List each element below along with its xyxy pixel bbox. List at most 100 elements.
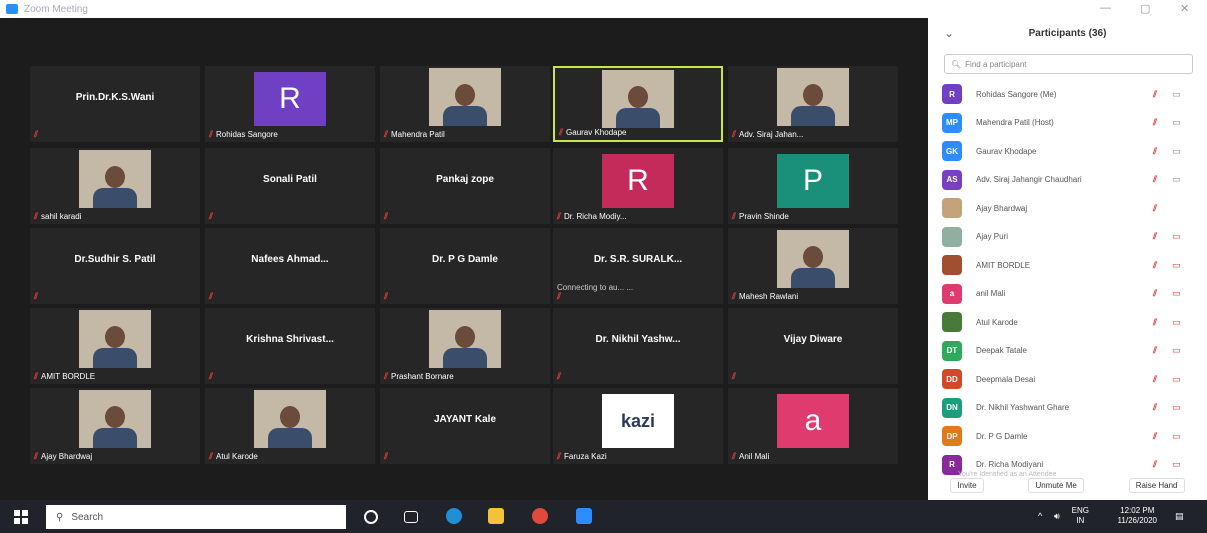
- video-tile[interactable]: ⫽ Mahendra Patil: [380, 66, 550, 142]
- raise-hand-button[interactable]: Raise Hand: [1128, 477, 1185, 493]
- tile-footer: ⫽ Dr. Richa Modiy...: [557, 211, 627, 222]
- edge-browser-icon[interactable]: [446, 508, 462, 524]
- zoom-app-icon[interactable]: [576, 508, 592, 524]
- tile-display-name: Krishna Shrivast...: [246, 334, 334, 345]
- video-tile[interactable]: Dr. P G Damle ⫽: [380, 228, 550, 304]
- participant-row[interactable]: DP Dr. P G Damle ⫽ ▭: [928, 422, 1207, 451]
- mic-muted-icon: ⫽: [732, 291, 737, 301]
- participant-row[interactable]: Ajay Puri ⫽ ▭: [928, 223, 1207, 252]
- video-tile[interactable]: Nafees Ahmad... ⫽: [205, 228, 375, 304]
- video-tile[interactable]: JAYANT Kale ⫽: [380, 388, 550, 464]
- tile-display-name: Pankaj zope: [436, 174, 494, 185]
- video-tile[interactable]: ⫽ AMIT BORDLE: [30, 308, 200, 384]
- tile-footer: ⫽ AMIT BORDLE: [34, 371, 95, 382]
- participant-name: Gaurav Khodape: [976, 146, 1037, 156]
- mic-muted-icon: ⫽: [732, 129, 737, 139]
- video-tile[interactable]: Prin.Dr.K.S.Wani ⫽: [30, 66, 200, 142]
- tile-footer: ⫽: [34, 291, 38, 302]
- participant-search-input[interactable]: 🔍︎ Find a participant: [944, 54, 1193, 74]
- video-tile[interactable]: R ⫽ Rohidas Sangore: [205, 66, 375, 142]
- video-tile[interactable]: ⫽ Adv. Siraj Jahan...: [728, 66, 898, 142]
- participant-row[interactable]: GK Gaurav Khodape ⫽ ▭: [928, 137, 1207, 166]
- video-tile[interactable]: ⫽ Gaurav Khodape: [553, 66, 723, 142]
- tile-name-label: Prashant Bornare: [391, 372, 454, 381]
- participant-row[interactable]: Ajay Bhardwaj ⫽: [928, 194, 1207, 223]
- participant-row[interactable]: Atul Karode ⫽ ▭: [928, 308, 1207, 337]
- video-tile[interactable]: kazi ⫽ Faruza Kazi: [553, 388, 723, 464]
- video-tile[interactable]: ⫽ Atul Karode: [205, 388, 375, 464]
- tile-name-label: Adv. Siraj Jahan...: [739, 130, 804, 139]
- mic-muted-icon: ⫽: [384, 451, 389, 461]
- search-icon: ⚲: [56, 511, 64, 523]
- participant-name: Dr. Nikhil Yashwant Ghare: [976, 403, 1070, 413]
- video-tile[interactable]: Dr. S.R. SURALK... Connecting to au... ..…: [553, 228, 723, 304]
- maximize-button[interactable]: ▢: [1140, 2, 1150, 15]
- windows-start-icon[interactable]: [14, 509, 28, 524]
- chrome-browser-icon[interactable]: [532, 508, 548, 524]
- participant-name: Adv. Siraj Jahangir Chaudhari: [976, 175, 1082, 185]
- participant-row[interactable]: AS Adv. Siraj Jahangir Chaudhari ⫽ ▭: [928, 166, 1207, 195]
- notifications-icon[interactable]: ▤: [1175, 511, 1184, 522]
- video-tile[interactable]: Vijay Diware ⫽: [728, 308, 898, 384]
- input-language[interactable]: ENG IN: [1072, 506, 1089, 526]
- participant-row[interactable]: DD Deepmala Desai ⫽ ▭: [928, 365, 1207, 394]
- participant-row[interactable]: DN Dr. Nikhil Yashwant Ghare ⫽ ▭: [928, 394, 1207, 423]
- participant-row[interactable]: DT Deepak Tatale ⫽ ▭: [928, 337, 1207, 366]
- participant-avatar: a: [942, 283, 962, 304]
- zoom-logo-icon: [6, 4, 18, 14]
- tile-footer: ⫽: [384, 211, 388, 222]
- avatar: R: [254, 72, 326, 126]
- mic-muted-icon: ⫽: [34, 291, 39, 301]
- video-tile[interactable]: ⫽ Mahesh Rawlani: [728, 228, 898, 304]
- tile-footer: ⫽: [557, 371, 561, 382]
- participant-name: AMIT BORDLE: [976, 260, 1031, 270]
- video-tile[interactable]: R ⫽ Dr. Richa Modiy...: [553, 148, 723, 224]
- video-tile[interactable]: Krishna Shrivast... ⫽: [205, 308, 375, 384]
- video-tile[interactable]: Dr.Sudhir S. Patil ⫽: [30, 228, 200, 304]
- task-view-icon[interactable]: [404, 511, 418, 523]
- participant-row[interactable]: R Rohidas Sangore (Me) ⫽ ▭: [928, 80, 1207, 109]
- video-tile[interactable]: ⫽ Prashant Bornare: [380, 308, 550, 384]
- participant-row[interactable]: a anil Mali ⫽ ▭: [928, 280, 1207, 309]
- system-clock[interactable]: 12:02 PM 11/26/2020: [1118, 506, 1157, 526]
- mic-muted-icon: ⫽: [732, 451, 737, 461]
- tile-display-name: JAYANT Kale: [433, 414, 497, 425]
- invite-button[interactable]: Invite: [950, 477, 984, 493]
- participant-name: Mahendra Patil (Host): [976, 118, 1054, 128]
- tile-display-name: Vijay Diware: [783, 334, 843, 345]
- video-tile[interactable]: Pankaj zope ⫽: [380, 148, 550, 224]
- mic-muted-icon: ⫽: [557, 291, 562, 301]
- tile-footer: ⫽: [384, 291, 388, 302]
- taskbar-search-box[interactable]: ⚲ Search: [46, 505, 346, 529]
- volume-icon[interactable]: 🔊︎: [1054, 511, 1060, 522]
- video-feed: [79, 390, 151, 448]
- participant-row[interactable]: MP Mahendra Patil (Host) ⫽ ▭: [928, 109, 1207, 138]
- tile-name-label: AMIT BORDLE: [41, 372, 96, 381]
- mic-muted-icon: ⫽: [384, 291, 389, 301]
- tray-chevron-icon[interactable]: ^: [1038, 511, 1042, 521]
- video-tile[interactable]: ⫽ Ajay Bhardwaj: [30, 388, 200, 464]
- video-off-icon: ▭: [1172, 88, 1181, 99]
- cortana-icon[interactable]: [364, 510, 378, 524]
- collapse-panel-icon[interactable]: ⌄: [944, 26, 964, 40]
- video-tile[interactable]: P ⫽ Pravin Shinde: [728, 148, 898, 224]
- mic-muted-icon: ⫽: [557, 211, 562, 221]
- mic-muted-icon: ⫽: [1153, 145, 1158, 156]
- minimize-button[interactable]: —: [1100, 2, 1111, 14]
- video-feed: [254, 390, 326, 448]
- video-icon: ▭: [1172, 402, 1181, 413]
- avatar: R: [602, 154, 674, 208]
- video-tile[interactable]: ⫽ sahil karadi: [30, 148, 200, 224]
- video-tile[interactable]: Dr. Nikhil Yashw... ⫽: [553, 308, 723, 384]
- unmute-me-button[interactable]: Unmute Me: [1028, 477, 1084, 493]
- tile-footer: ⫽ Anil Mali: [732, 451, 769, 462]
- file-explorer-icon[interactable]: [488, 508, 504, 524]
- mic-muted-icon: ⫽: [1153, 202, 1158, 213]
- participant-row[interactable]: AMIT BORDLE ⫽ ▭: [928, 251, 1207, 280]
- video-tile[interactable]: Sonali Patil ⫽: [205, 148, 375, 224]
- mic-muted-icon: ⫽: [1153, 430, 1158, 441]
- tile-name-label: Mahesh Rawlani: [739, 292, 799, 301]
- video-icon: ▭: [1172, 259, 1181, 270]
- close-button[interactable]: ✕: [1180, 2, 1189, 15]
- video-tile[interactable]: a ⫽ Anil Mali: [728, 388, 898, 464]
